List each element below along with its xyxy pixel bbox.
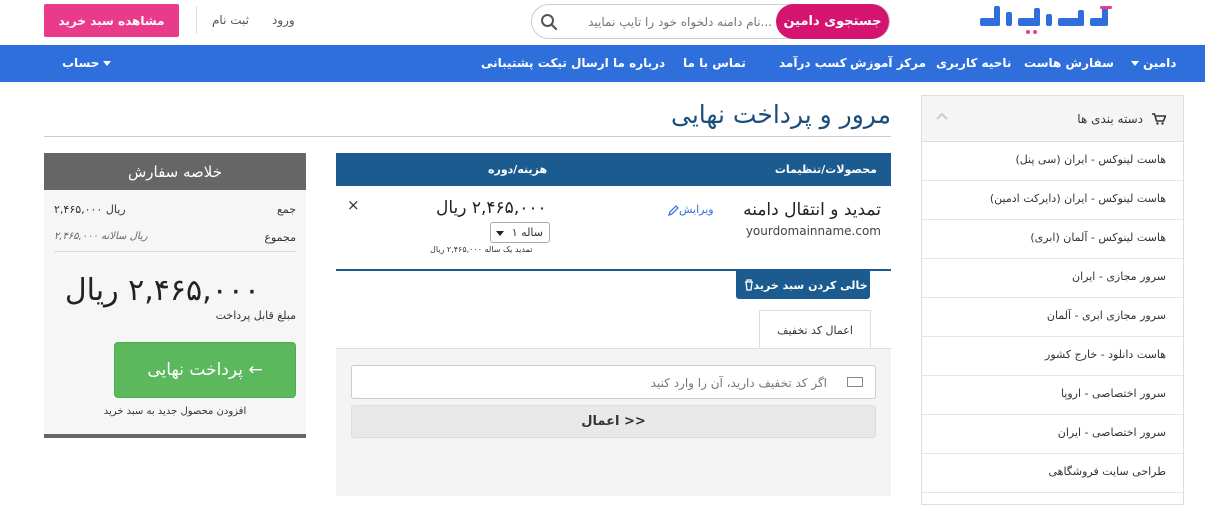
nav-item-hosting-order[interactable]: سفارش هاست (1024, 56, 1114, 70)
renew-note: تمدید یک ساله ۲,۴۶۵,۰۰۰ ریال (430, 245, 533, 254)
edit-item-link[interactable]: ویرایش (668, 203, 714, 216)
nav-item-contact[interactable]: تماس با ما (683, 56, 746, 70)
item-title: تمدید و انتقال دامنه (743, 200, 881, 220)
sidebar-item[interactable]: هاست لینوکس - ایران (سی پنل) (922, 142, 1183, 181)
sidebar-header[interactable]: دسته بندی ها (922, 96, 1183, 142)
login-link[interactable]: ورود (272, 13, 295, 27)
page-title: مرور و پرداخت نهایی (671, 100, 891, 129)
caret-down-icon (103, 61, 112, 66)
billing-cycle-value: ۱ ساله (511, 226, 543, 239)
continue-shopping-link[interactable]: افزودن محصول جدید به سبد خرید (44, 406, 306, 417)
sidebar-heading: دسته بندی ها (1077, 112, 1143, 126)
top-bar: جستجوی دامین ورود ثبت نام مشاهده سبد خری… (0, 0, 1205, 44)
sidebar-item[interactable]: طراحی سایت فروشگاهی (922, 454, 1183, 493)
promo-code-placeholder: اگر کد تخفیف دارید، آن را وارد کنید (650, 376, 827, 390)
remove-item-button[interactable]: × (347, 196, 360, 214)
col-products-header: محصولات/تنظیمات (774, 163, 877, 176)
subtotal-label: جمع (276, 203, 296, 216)
domain-search-input[interactable] (566, 5, 772, 38)
order-summary: خلاصه سفارش جمع ۲,۴۶۵,۰۰۰ ریال مجموع ۲,۴… (44, 153, 306, 438)
nav-item-account[interactable]: حساب (62, 56, 115, 70)
tab-promo-code[interactable]: اعمال کد تخفیف (759, 310, 871, 350)
col-price-header: هزینه/دوره (488, 163, 548, 176)
edit-label: ویرایش (679, 203, 714, 216)
caret-down-icon (1131, 61, 1139, 66)
item-price: ۲,۴۶۵,۰۰۰ ریال (436, 198, 547, 218)
trash-icon (744, 279, 753, 291)
title-divider (44, 136, 891, 137)
billing-cycle-select[interactable]: ۱ ساله (490, 222, 550, 243)
sidebar-item[interactable]: سرور مجازی - ایران (922, 259, 1183, 298)
nav-item-domain[interactable]: دامین (1127, 56, 1176, 70)
nav-item-earn[interactable]: کسب درآمد (779, 56, 847, 70)
checkout-button[interactable]: پرداخت نهایی ← (114, 342, 296, 398)
total-due-label: مبلغ قابل پرداخت (215, 309, 296, 322)
nav-label: دامین (1143, 56, 1177, 70)
ticket-icon (847, 377, 863, 387)
summary-divider (54, 251, 296, 252)
cart-icon (1152, 113, 1166, 125)
nav-item-client-area[interactable]: ناحیه کاربری (936, 56, 1011, 70)
chevron-up-icon[interactable] (936, 112, 948, 120)
nav-label: حساب (62, 56, 100, 70)
apply-promo-button[interactable]: اعمال >> (351, 405, 876, 438)
empty-cart-button[interactable]: خالی کردن سبد خرید (736, 271, 870, 299)
sidebar-item[interactable]: هاست دانلود - خارج کشور (922, 337, 1183, 376)
total-due: ۲,۴۶۵,۰۰۰ ریال (64, 273, 260, 308)
nav-item-about[interactable]: درباره ما (613, 56, 665, 70)
order-summary-heading: خلاصه سفارش (44, 153, 306, 190)
sidebar-item[interactable]: سرور مجازی ابری - آلمان (922, 298, 1183, 337)
main-navbar: دامین سفارش هاست ناحیه کاربری مرکز آموزش… (0, 45, 1205, 82)
sidebar-item[interactable]: سرور اختصاصی - ایران (922, 415, 1183, 454)
item-domain: yourdomainname.com (745, 224, 881, 238)
sidebar-item[interactable]: هاست لینوکس - آلمان (ابری) (922, 220, 1183, 259)
recurring-label: مجموع (264, 231, 296, 244)
nav-item-education[interactable]: مرکز آموزش (850, 56, 926, 70)
cart-item-row: تمدید و انتقال دامنه yourdomainname.com … (336, 186, 891, 271)
categories-sidebar: دسته بندی ها هاست لینوکس - ایران (سی پنل… (921, 95, 1184, 505)
select-caret-icon (496, 231, 504, 236)
register-link[interactable]: ثبت نام (212, 13, 249, 27)
subtotal-value: ۲,۴۶۵,۰۰۰ ریال (54, 203, 126, 216)
sidebar-item[interactable]: هاست لینوکس - ایران (دایرکت ادمین) (922, 181, 1183, 220)
search-icon[interactable] (540, 13, 558, 31)
site-logo[interactable] (980, 6, 1120, 36)
recurring-value: ۲,۴۶۵,۰۰۰ ریال سالانه (54, 231, 148, 242)
domain-search-box: جستجوی دامین (531, 4, 890, 39)
domain-search-button[interactable]: جستجوی دامین (776, 4, 889, 39)
view-cart-button[interactable]: مشاهده سبد خرید (44, 4, 179, 37)
sidebar-item[interactable]: سرور اختصاصی - اروپا (922, 376, 1183, 415)
divider (196, 6, 197, 34)
cart-table-header: محصولات/تنظیمات هزینه/دوره (336, 153, 891, 186)
empty-cart-label: خالی کردن سبد خرید (753, 278, 868, 292)
promo-code-input[interactable]: اگر کد تخفیف دارید، آن را وارد کنید (351, 365, 876, 399)
pencil-icon (668, 204, 679, 216)
nav-item-ticket[interactable]: ارسال تیکت پشتیبانی (481, 56, 609, 70)
